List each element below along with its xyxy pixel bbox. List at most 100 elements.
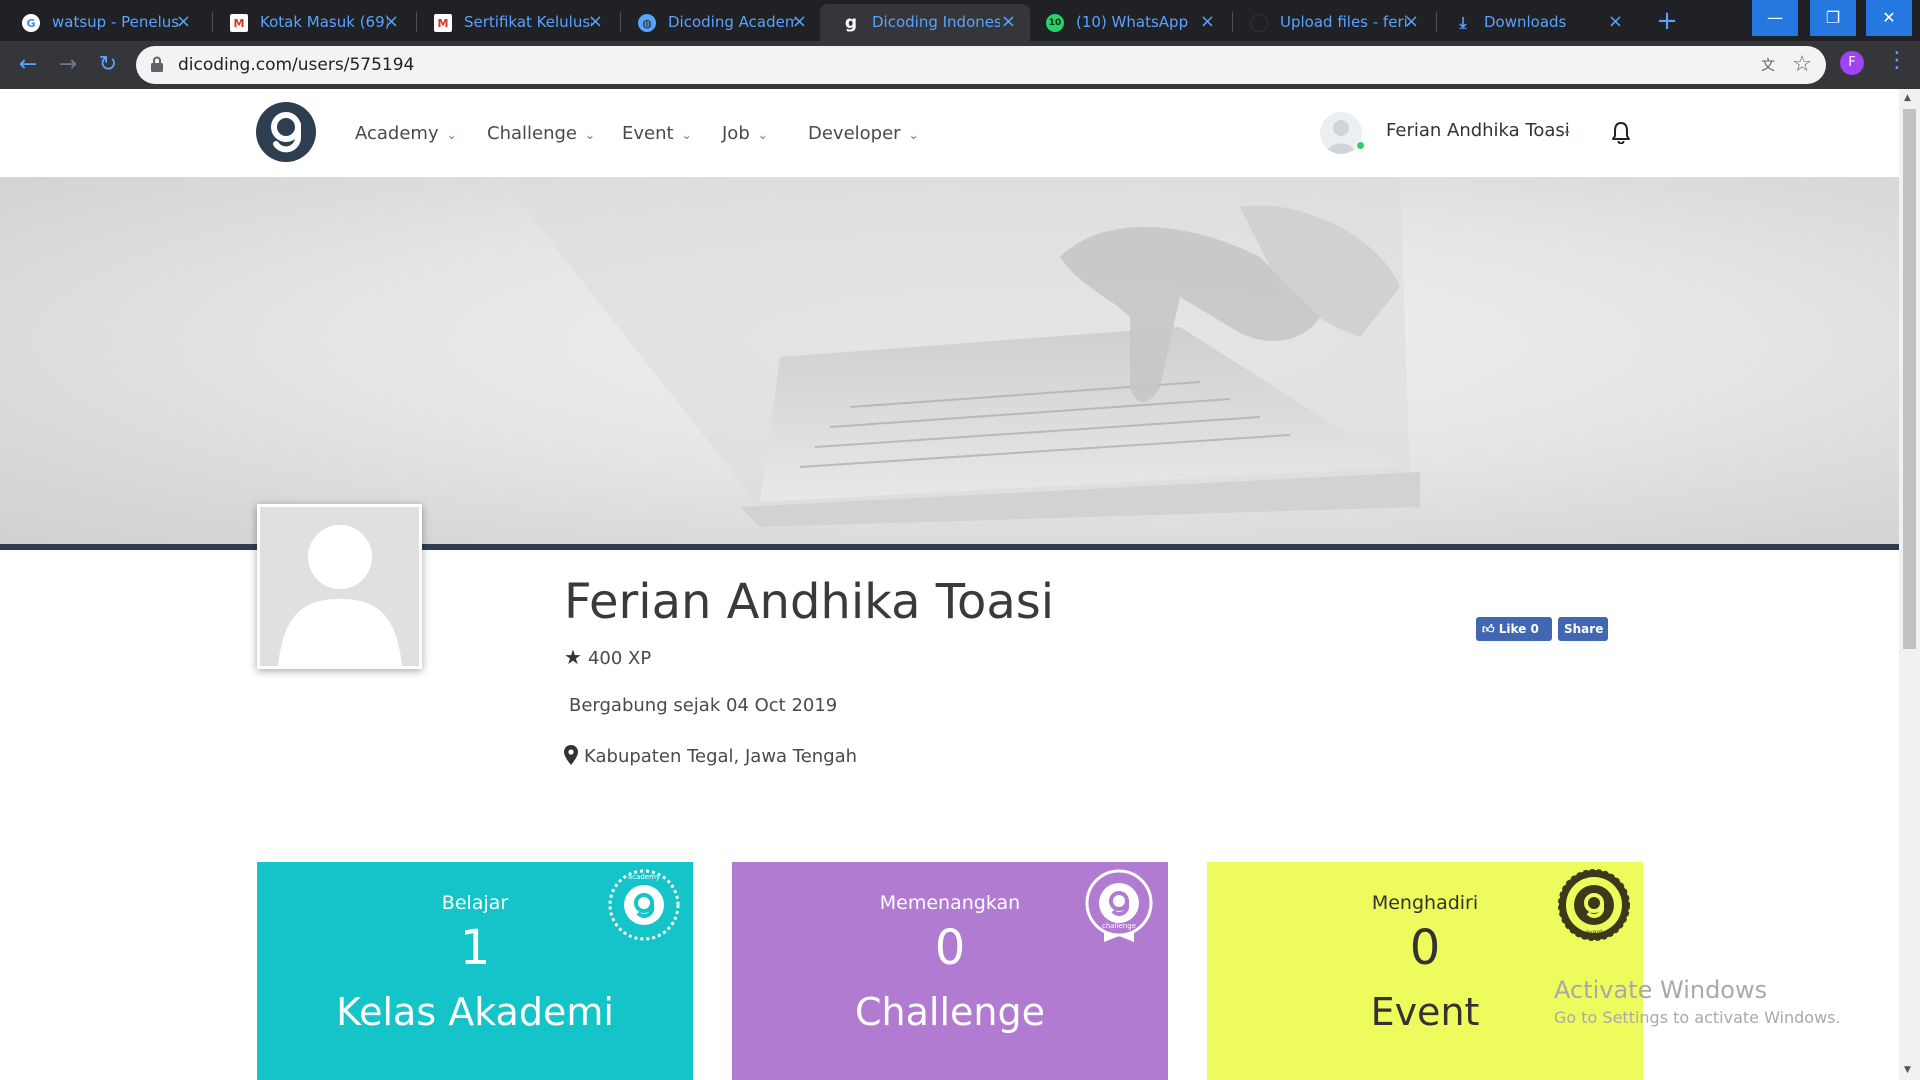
close-tab-icon[interactable]: × [1200,11,1215,32]
minimize-button[interactable]: — [1752,0,1798,36]
dicoding-logo[interactable] [256,102,316,162]
academy-badge-icon: academy [608,869,680,941]
scroll-thumb[interactable] [1903,109,1916,649]
nav-label: Job [722,123,750,144]
tab-5[interactable]: g Dicoding Indonesia × [820,4,1030,41]
address-bar[interactable]: dicoding.com/users/575194 文 ☆ [136,46,1826,84]
close-tab-icon[interactable]: × [1608,11,1623,32]
tab-title: Kotak Masuk (69) [260,13,388,31]
nav-event[interactable]: Event ⌄ [622,123,692,144]
tab-title: (10) WhatsApp [1076,13,1189,31]
like-label: Like 0 [1498,622,1539,636]
scroll-up-icon[interactable]: ▲ [1904,93,1911,103]
chevron-down-icon[interactable]: ⌄ [1562,123,1572,137]
tab-title: Upload files - ferian [1280,13,1408,31]
nav-label: Academy [355,123,439,144]
location-text: Kabupaten Tegal, Jawa Tengah [584,746,858,767]
tab-1[interactable]: G watsup - Penelusuran × [0,4,205,41]
google-icon: G [22,14,40,32]
new-tab-button[interactable]: + [1650,4,1684,38]
stat-card-academy[interactable]: Belajar 1 Kelas Akademi academy [257,862,693,1080]
back-icon[interactable]: ← [12,49,44,81]
page-scrollbar[interactable]: ▲ ▼ [1899,89,1920,1080]
close-tab-icon[interactable]: × [384,11,399,32]
forward-icon[interactable]: → [52,49,84,81]
close-tab-icon[interactable]: × [1404,11,1419,32]
browser-toolbar: ← → ↻ dicoding.com/users/575194 文 ☆ [0,41,1920,89]
tab-title: Dicoding Indonesia [872,13,1000,31]
tab-8[interactable]: ⤓ Downloads × [1432,4,1637,41]
github-icon [1250,14,1268,32]
bell-icon[interactable] [1610,120,1632,144]
location: Kabupaten Tegal, Jawa Tengah [564,745,857,767]
whatsapp-icon: 10 [1046,14,1064,32]
chevron-down-icon: ⌄ [908,128,919,142]
nav-developer[interactable]: Developer ⌄ [808,123,919,144]
profile-cover-image [0,177,1899,544]
tab-title: Dicoding Academy [668,13,796,31]
gmail-icon: M [434,14,452,32]
user-menu-name[interactable]: Ferian Andhika Toasi [1386,120,1570,141]
default-avatar-icon [260,507,419,666]
globe-icon: ◍ [638,14,656,32]
join-date: Bergabung sejak 04 Oct 2019 [569,695,838,716]
browser-profile-avatar[interactable]: F [1840,51,1864,75]
close-tab-icon[interactable]: × [792,11,807,32]
tab-3[interactable]: M Sertifikat Kelulusan × [412,4,617,41]
close-tab-icon[interactable]: × [588,11,603,32]
laptop-photo [500,177,1420,527]
location-pin-icon [564,745,578,765]
xp-row: ★ 400 XP [564,645,651,669]
restore-button[interactable]: ❐ [1810,0,1856,36]
watermark-title: Activate Windows [1554,976,1768,1004]
tab-4[interactable]: ◍ Dicoding Academy × [616,4,821,41]
chevron-down-icon: ⌄ [757,128,768,142]
event-badge-icon: event [1558,869,1630,941]
thumbs-up-icon: 👍︎ [1482,622,1495,636]
facebook-like-button[interactable]: 👍︎ Like 0 [1476,617,1552,641]
close-tab-icon[interactable]: × [1001,11,1016,32]
svg-text:event: event [1585,929,1603,936]
site-navbar: Academy ⌄ Challenge ⌄ Event ⌄ Job ⌄ Develope… [0,89,1899,177]
translate-icon[interactable]: 文 [1758,55,1778,75]
reload-icon[interactable]: ↻ [92,49,124,81]
windows-activation-watermark: Activate Windows Go to Settings to activ… [1554,976,1841,1027]
browser-menu-icon[interactable]: ⋮ [1886,48,1908,73]
stat-caption: Kelas Akademi [336,990,614,1034]
watermark-subtitle: Go to Settings to activate Windows. [1554,1008,1841,1027]
chevron-down-icon: ⌄ [446,128,457,142]
close-tab-icon[interactable]: × [176,11,191,32]
browser-tab-strip: G watsup - Penelusuran × M Kotak Masuk (… [0,0,1920,41]
facebook-share-button[interactable]: Share [1558,617,1608,641]
stat-card-challenge[interactable]: Memenangkan 0 Challenge challenge [732,862,1168,1080]
lock-icon [151,56,163,72]
star-icon: ★ [564,645,582,669]
stat-card-event[interactable]: Menghadiri 0 Event event [1207,862,1643,1080]
svg-text:academy: academy [628,873,660,881]
chevron-down-icon: ⌄ [681,128,692,142]
stat-caption: Challenge [855,990,1045,1034]
chevron-down-icon: ⌄ [585,128,596,142]
nav-label: Developer [808,123,901,144]
share-label: Share [1564,622,1604,636]
svg-text:challenge: challenge [1102,922,1136,930]
nav-job[interactable]: Job ⌄ [722,123,768,144]
tab-title: Downloads [1484,13,1567,31]
bookmark-star-icon[interactable]: ☆ [1792,52,1812,77]
online-status-dot [1356,141,1365,150]
nav-academy[interactable]: Academy ⌄ [355,123,457,144]
tab-6[interactable]: 10 (10) WhatsApp × [1024,4,1229,41]
xp-value: 400 XP [587,648,652,669]
tab-title: Sertifikat Kelulusan [464,13,592,31]
tab-7[interactable]: Upload files - ferian × [1228,4,1433,41]
profile-avatar [257,504,422,669]
nav-challenge[interactable]: Challenge ⌄ [487,123,595,144]
profile-name: Ferian Andhika Toasi [564,574,1055,630]
tab-2[interactable]: M Kotak Masuk (69) × [208,4,413,41]
gmail-icon: M [230,14,248,32]
dicoding-icon: g [844,13,858,33]
scroll-down-icon[interactable]: ▼ [1904,1065,1911,1075]
logo-glyph [271,112,301,153]
close-window-button[interactable]: ✕ [1866,0,1912,36]
challenge-badge-icon: challenge [1085,869,1153,942]
